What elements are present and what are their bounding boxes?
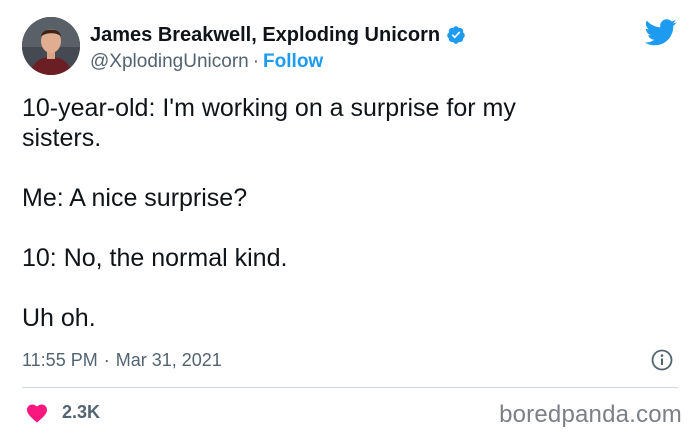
heart-icon (27, 403, 47, 423)
tweet-card: James Breakwell, Exploding Unicorn @Xplo… (0, 0, 700, 441)
info-icon[interactable] (651, 349, 673, 371)
tweet-date[interactable]: Mar 31, 2021 (116, 350, 222, 370)
display-name[interactable]: James Breakwell, Exploding Unicorn (90, 24, 440, 47)
handle[interactable]: @XplodingUnicorn (90, 51, 249, 72)
avatar-photo (22, 17, 80, 75)
divider (22, 387, 678, 388)
handle-row: @XplodingUnicorn · Follow (90, 51, 466, 73)
handle-separator: · (252, 51, 260, 72)
watermark: boredpanda.com (499, 401, 682, 428)
follow-button[interactable]: Follow (263, 51, 323, 72)
twitter-bird-icon[interactable] (644, 19, 677, 46)
verified-badge-icon (446, 25, 466, 45)
like-button[interactable]: 2.3K (26, 402, 100, 423)
tweet-meta: 11:55 PM · Mar 31, 2021 (22, 350, 222, 371)
tweet-time[interactable]: 11:55 PM (22, 350, 98, 370)
tweet-text: 10-year-old: I'm working on a surprise f… (22, 94, 516, 332)
name-row: James Breakwell, Exploding Unicorn (90, 22, 466, 48)
meta-separator: · (103, 350, 110, 370)
author-block: James Breakwell, Exploding Unicorn @Xplo… (90, 22, 466, 73)
avatar[interactable] (22, 17, 80, 75)
like-count: 2.3K (62, 402, 101, 422)
